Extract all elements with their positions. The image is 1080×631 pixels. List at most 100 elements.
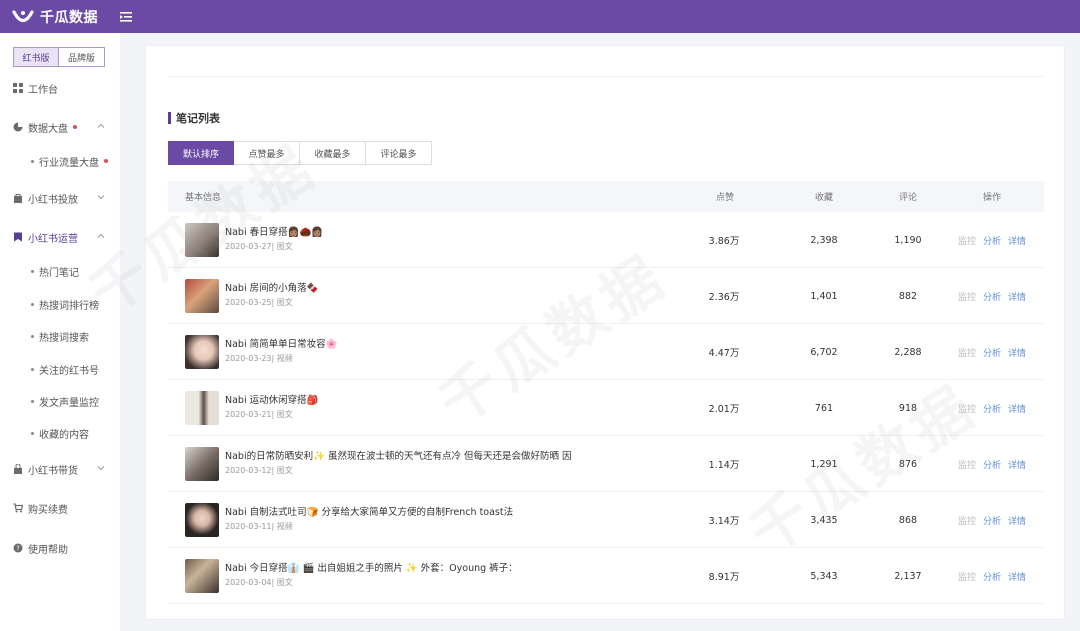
version-tab-red[interactable]: 红书版: [13, 47, 59, 67]
note-meta: 2020-03-27| 图文: [225, 242, 293, 251]
sidebar-subitem-post-volume-monitor[interactable]: 发文声量监控: [0, 390, 120, 412]
sidebar-subitem-hot-notes[interactable]: 热门笔记: [0, 260, 120, 282]
analyze-link[interactable]: 分析: [983, 458, 1001, 471]
likes-value: 2.36万: [708, 292, 740, 303]
sidebar-subitem-followed-accounts[interactable]: 关注的红书号: [0, 358, 120, 380]
monitor-link[interactable]: 监控: [958, 290, 976, 303]
likes-value: 2.01万: [708, 404, 740, 415]
likes-value: 1.14万: [708, 460, 740, 471]
analyze-link[interactable]: 分析: [983, 402, 1001, 415]
table-row: Nabi 简简单单日常妆容🌸 2020-03-23| 视频 4.47万 6,70…: [168, 324, 1044, 380]
comments-value: 918: [898, 402, 918, 414]
analyze-link[interactable]: 分析: [983, 570, 1001, 583]
note-meta: 2020-03-11| 视频: [225, 522, 293, 531]
monitor-link[interactable]: 监控: [958, 402, 976, 415]
table-row: Nabi 今日穿搭👔 🎬 出自姐姐之手的照片 ✨ 外套：Oyoung 裤子： 2…: [168, 548, 1044, 604]
sidebar-item-xhs-operations[interactable]: 小红书运营: [0, 226, 120, 248]
tab-most-likes[interactable]: 点赞最多: [234, 141, 300, 165]
sidebar-item-purchase[interactable]: 购买续费: [0, 497, 120, 519]
sidebar-subitem-hot-search-query[interactable]: 热搜词搜索: [0, 325, 120, 347]
note-title[interactable]: Nabi 春日穿搭👩🏽🌰👩🏽: [225, 224, 323, 238]
monitor-link[interactable]: 监控: [958, 514, 976, 527]
analyze-link[interactable]: 分析: [983, 290, 1001, 303]
monitor-link[interactable]: 监控: [958, 234, 976, 247]
analyze-link[interactable]: 分析: [983, 234, 1001, 247]
note-meta: 2020-03-23| 视频: [225, 354, 293, 363]
row-actions: 监控 分析 详情: [958, 268, 1033, 324]
sidebar-item-xhs-sales[interactable]: 小红书带货: [0, 458, 120, 480]
details-link[interactable]: 详情: [1008, 570, 1026, 583]
bookmark-icon: [13, 232, 23, 242]
comments-value: 882: [898, 290, 918, 302]
tab-most-favorites[interactable]: 收藏最多: [300, 141, 366, 165]
sidebar-subitem-hot-search-ranking[interactable]: 热搜词排行榜: [0, 293, 120, 315]
sidebar-item-help[interactable]: ? 使用帮助: [0, 537, 120, 559]
app-logo[interactable]: 千瓜数据: [12, 7, 98, 27]
table-row: Nabi 自制法式吐司🍞 分享给大家简单又方便的自制French toast法 …: [168, 492, 1044, 548]
analyze-link[interactable]: 分析: [983, 514, 1001, 527]
note-title[interactable]: Nabi 自制法式吐司🍞 分享给大家简单又方便的自制French toast法: [225, 504, 513, 518]
note-title[interactable]: Nabi 简简单单日常妆容🌸: [225, 336, 337, 350]
section-title: 笔记列表: [168, 110, 220, 126]
note-thumbnail[interactable]: [185, 391, 219, 425]
sort-tabs: 默认排序 点赞最多 收藏最多 评论最多: [168, 141, 432, 165]
row-actions: 监控 分析 详情: [958, 548, 1033, 604]
sidebar-item-data-dashboard[interactable]: 数据大盘: [0, 116, 120, 138]
sidebar-item-label: 关注的红书号: [39, 365, 99, 377]
cart-icon: [13, 503, 23, 513]
note-thumbnail[interactable]: [185, 503, 219, 537]
note-meta: 2020-03-12| 图文: [225, 466, 293, 475]
note-thumbnail[interactable]: [185, 447, 219, 481]
likes-value: 3.86万: [708, 236, 740, 247]
table-header: 基本信息 点赞 收藏 评论 操作: [168, 181, 1044, 212]
column-header-favorites[interactable]: 收藏: [815, 181, 833, 212]
note-title[interactable]: Nabi 运动休闲穿搭🎒: [225, 392, 318, 406]
details-link[interactable]: 详情: [1008, 458, 1026, 471]
likes-value: 3.14万: [708, 516, 740, 527]
favorites-value: 3,435: [810, 514, 838, 526]
tab-default-sort[interactable]: 默认排序: [168, 141, 234, 165]
note-thumbnail[interactable]: [185, 559, 219, 593]
sidebar-item-label: 小红书带货: [28, 465, 78, 477]
comments-value: 868: [898, 514, 918, 526]
sidebar-item-xhs-ads[interactable]: 小红书投放: [0, 187, 120, 209]
details-link[interactable]: 详情: [1008, 514, 1026, 527]
row-actions: 监控 分析 详情: [958, 492, 1033, 548]
table-row: Nabi 运动休闲穿搭🎒 2020-03-21| 图文 2.01万 761 91…: [168, 380, 1044, 436]
note-meta: 2020-03-21| 图文: [225, 410, 293, 419]
row-actions: 监控 分析 详情: [958, 324, 1033, 380]
pie-chart-icon: [13, 122, 23, 132]
top-bar: 千瓜数据: [0, 0, 1080, 33]
note-thumbnail[interactable]: [185, 279, 219, 313]
sidebar-item-workbench[interactable]: 工作台: [0, 77, 120, 99]
details-link[interactable]: 详情: [1008, 234, 1026, 247]
note-title[interactable]: Nabi 房间的小角落🍫: [225, 280, 318, 294]
monitor-link[interactable]: 监控: [958, 458, 976, 471]
column-header-likes[interactable]: 点赞: [716, 181, 734, 212]
column-header-basic-info: 基本信息: [185, 193, 222, 203]
note-thumbnail[interactable]: [185, 335, 219, 369]
menu-toggle-icon[interactable]: [120, 11, 134, 23]
sidebar-subitem-favorites[interactable]: 收藏的内容: [0, 422, 120, 444]
details-link[interactable]: 详情: [1008, 402, 1026, 415]
sidebar-item-label: 工作台: [28, 84, 58, 96]
note-title[interactable]: Nabi的日常防晒安利✨ 虽然现在波士顿的天气还有点冷 但每天还是会做好防晒 因: [225, 448, 572, 462]
sidebar-item-label: 热搜词排行榜: [39, 300, 99, 312]
note-thumbnail[interactable]: [185, 223, 219, 257]
monitor-link[interactable]: 监控: [958, 570, 976, 583]
favorites-value: 5,343: [810, 570, 838, 582]
version-tab-brand[interactable]: 品牌版: [59, 47, 105, 67]
monitor-link[interactable]: 监控: [958, 346, 976, 359]
note-meta: 2020-03-04| 图文: [225, 578, 293, 587]
sidebar-subitem-industry-traffic[interactable]: 行业流量大盘: [0, 150, 120, 172]
comments-value: 2,288: [894, 346, 922, 358]
favorites-value: 1,401: [810, 290, 838, 302]
tab-most-comments[interactable]: 评论最多: [366, 141, 432, 165]
details-link[interactable]: 详情: [1008, 290, 1026, 303]
row-actions: 监控 分析 详情: [958, 436, 1033, 492]
details-link[interactable]: 详情: [1008, 346, 1026, 359]
chevron-up-icon: [96, 121, 106, 131]
column-header-comments[interactable]: 评论: [899, 181, 917, 212]
analyze-link[interactable]: 分析: [983, 346, 1001, 359]
note-title[interactable]: Nabi 今日穿搭👔 🎬 出自姐姐之手的照片 ✨ 外套：Oyoung 裤子：: [225, 560, 518, 574]
